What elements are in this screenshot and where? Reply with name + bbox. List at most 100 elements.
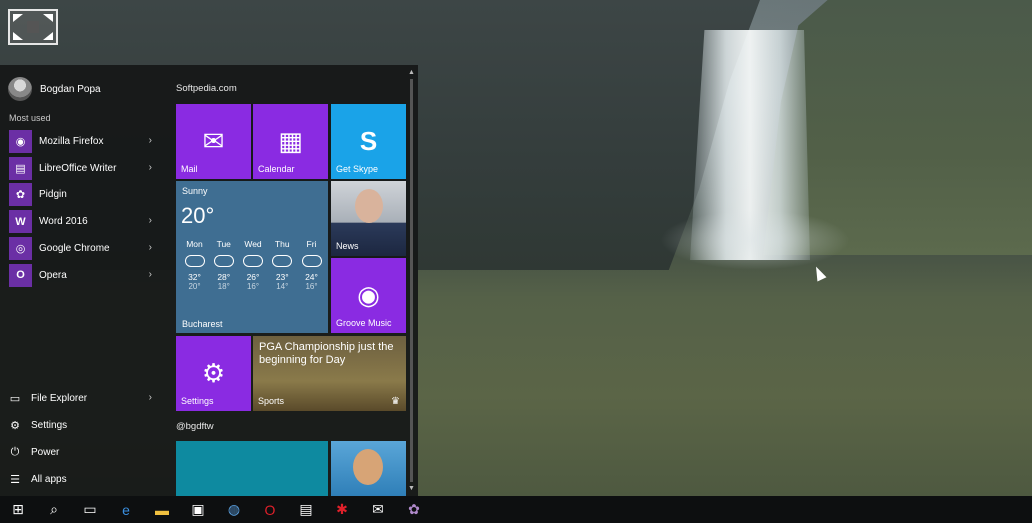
tiles-scrollbar[interactable]: ▲ ▼ bbox=[408, 69, 416, 492]
taskbar: ⊞ ⌕ ▭ e ▬ ▣ ◍ O ▤ ✱ ✉ ✿ bbox=[0, 496, 1032, 523]
file-explorer-icon[interactable]: ▬ bbox=[144, 496, 180, 523]
sports-headline: PGA Championship just the beginning for … bbox=[259, 341, 394, 366]
tile-settings[interactable]: ⚙ Settings bbox=[176, 336, 251, 411]
app-red-icon[interactable]: ✱ bbox=[324, 496, 360, 523]
forecast-low: 16° bbox=[246, 282, 260, 291]
chevron-right-icon[interactable]: › bbox=[149, 242, 152, 253]
tile-skype[interactable]: S Get Skype bbox=[331, 104, 406, 179]
forecast-low: 20° bbox=[188, 282, 201, 291]
scroll-up-icon[interactable]: ▲ bbox=[408, 69, 415, 76]
trophy-icon: ♛ bbox=[391, 396, 400, 407]
forecast-day-name: Fri bbox=[306, 239, 317, 249]
forecast-day-name: Tue bbox=[216, 239, 231, 249]
start-app-label: Google Chrome bbox=[39, 243, 110, 255]
start-app-item[interactable]: ◎ Google Chrome › bbox=[0, 235, 168, 262]
avatar bbox=[8, 77, 32, 101]
partly-sunny-icon bbox=[272, 255, 293, 267]
search-icon[interactable]: ⌕ bbox=[36, 496, 72, 523]
tile-sports[interactable]: PGA Championship just the beginning for … bbox=[253, 336, 406, 411]
pidgin-icon[interactable]: ✿ bbox=[396, 496, 432, 523]
tile-weather[interactable]: Sunny 20° Mon 32° 20° Tue 28° 18° Wed 26° 16° Thu… bbox=[176, 181, 328, 333]
tile-teal[interactable] bbox=[176, 441, 328, 496]
start-app-label: Word 2016 bbox=[39, 216, 88, 228]
partly-sunny-icon bbox=[184, 255, 205, 267]
tile-mail-label: Mail bbox=[181, 164, 198, 174]
edge-icon[interactable]: e bbox=[108, 496, 144, 523]
most-used-list: ◉ Mozilla Firefox › ▤ LibreOffice Writer › ✿ Pi… bbox=[0, 128, 168, 289]
writer-icon[interactable]: ▤ bbox=[288, 496, 324, 523]
tile-sports-label: Sports bbox=[258, 396, 285, 406]
skype-icon: S bbox=[359, 126, 378, 156]
list-icon: ☰ bbox=[10, 474, 20, 486]
forecast-low: 18° bbox=[217, 282, 230, 291]
power-icon: ⏻ bbox=[10, 446, 20, 458]
news-photo bbox=[355, 189, 383, 223]
tile-skype-label: Get Skype bbox=[336, 164, 379, 174]
forecast-day: Mon 32° 20° bbox=[180, 239, 209, 291]
chevron-right-icon[interactable]: › bbox=[149, 135, 152, 146]
start-bottom-label: Power bbox=[31, 447, 60, 458]
chevron-right-icon[interactable]: › bbox=[149, 162, 152, 173]
start-bottom-item[interactable]: ⏻ Power bbox=[0, 439, 168, 466]
tile-calendar[interactable]: ▦ Calendar bbox=[253, 104, 328, 179]
resize-arrows-icon bbox=[8, 9, 58, 45]
most-used-heading: Most used bbox=[9, 113, 51, 123]
pidgin-icon: ✿ bbox=[9, 183, 32, 207]
start-bottom-label: File Explorer bbox=[31, 393, 88, 404]
thunderbird-icon[interactable]: ◍ bbox=[216, 496, 252, 523]
tile-group-bgdftw: @bgdftw bbox=[176, 421, 214, 432]
start-app-item[interactable]: O Opera › bbox=[0, 262, 168, 289]
start-app-label: Mozilla Firefox bbox=[39, 135, 104, 147]
tile-news[interactable]: News bbox=[331, 181, 406, 256]
opera-icon: O bbox=[9, 263, 32, 287]
waterfall-mist bbox=[660, 210, 850, 270]
forecast-low: 14° bbox=[276, 282, 289, 291]
store-icon[interactable]: ▣ bbox=[180, 496, 216, 523]
user-account[interactable]: Bogdan Popa bbox=[8, 77, 101, 101]
windows-start-icon[interactable]: ⊞ bbox=[0, 496, 36, 523]
chevron-right-icon[interactable]: › bbox=[149, 392, 152, 403]
forecast-day: Tue 28° 18° bbox=[209, 239, 238, 291]
tile-groove-label: Groove Music bbox=[336, 318, 392, 328]
tile-area: Softpedia.com ✉ Mail ▦ Calendar S Get Sk… bbox=[168, 65, 418, 496]
task-view-icon[interactable]: ▭ bbox=[72, 496, 108, 523]
start-app-item[interactable]: ◉ Mozilla Firefox › bbox=[0, 128, 168, 155]
forecast-high: 23° bbox=[275, 272, 289, 282]
opera-icon[interactable]: O bbox=[252, 496, 288, 523]
libreoffice-writer-icon: ▤ bbox=[9, 156, 32, 180]
folder-icon: ▭ bbox=[9, 393, 21, 405]
start-menu: Bogdan Popa Most used ◉ Mozilla Firefox › ▤… bbox=[0, 65, 418, 496]
tile-mail[interactable]: ✉ Mail bbox=[176, 104, 251, 179]
forecast-day-name: Mon bbox=[186, 239, 203, 249]
start-bottom-item[interactable]: ⚙ Settings bbox=[0, 412, 168, 439]
gear-icon: ⚙ bbox=[10, 420, 20, 432]
weather-location: Bucharest bbox=[182, 319, 223, 329]
mail-icon: ✉ bbox=[202, 126, 225, 156]
start-app-item[interactable]: W Word 2016 › bbox=[0, 208, 168, 235]
partly-sunny-icon bbox=[213, 255, 234, 267]
word-icon: W bbox=[9, 210, 32, 234]
person-photo bbox=[353, 449, 383, 485]
chrome-icon: ◎ bbox=[9, 237, 32, 261]
tile-news-label: News bbox=[336, 241, 359, 251]
chevron-right-icon[interactable]: › bbox=[149, 215, 152, 226]
tile-settings-label: Settings bbox=[181, 396, 214, 406]
start-bottom-item[interactable]: ▭ File Explorer › bbox=[0, 385, 168, 412]
forecast-day: Thu 23° 14° bbox=[268, 239, 297, 291]
scroll-down-icon[interactable]: ▼ bbox=[408, 485, 415, 492]
weather-forecast: Mon 32° 20° Tue 28° 18° Wed 26° 16° Thu 23° 14° Fri 2… bbox=[180, 239, 326, 291]
forecast-high: 26° bbox=[246, 272, 260, 282]
start-app-label: Pidgin bbox=[39, 189, 67, 201]
start-bottom-label: Settings bbox=[31, 420, 68, 431]
firefox-icon: ◉ bbox=[9, 129, 32, 153]
mail-icon[interactable]: ✉ bbox=[360, 496, 396, 523]
chevron-right-icon[interactable]: › bbox=[149, 269, 152, 280]
user-name: Bogdan Popa bbox=[40, 83, 101, 95]
scroll-thumb[interactable] bbox=[410, 79, 413, 482]
start-app-item[interactable]: ✿ Pidgin bbox=[0, 182, 168, 209]
tile-groove-music[interactable]: ◉ Groove Music bbox=[331, 258, 406, 333]
tile-photo[interactable] bbox=[331, 441, 406, 496]
start-bottom-item[interactable]: ☰ All apps bbox=[0, 466, 168, 493]
partly-sunny-icon bbox=[301, 255, 322, 267]
start-app-item[interactable]: ▤ LibreOffice Writer › bbox=[0, 155, 168, 182]
